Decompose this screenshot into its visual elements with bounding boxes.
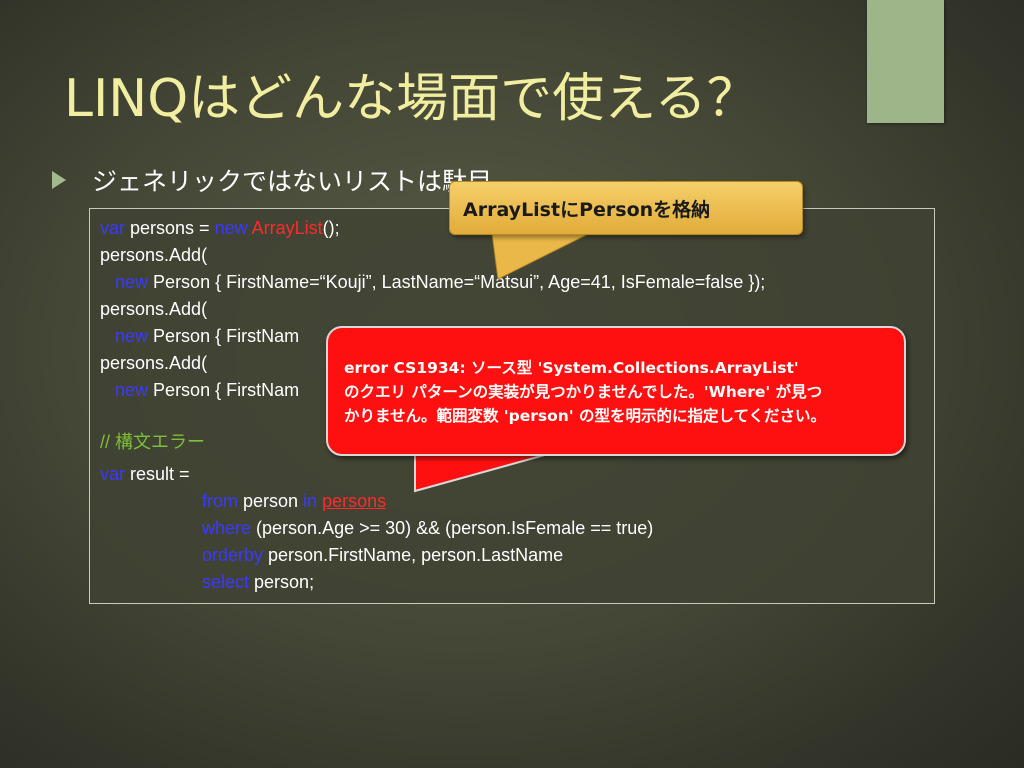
- keyword: new: [214, 218, 248, 238]
- bullet-text: ジェネリックではないリストは駄目: [92, 167, 493, 196]
- error-line-1: error CS1934: ソース型 'System.Collections.A…: [344, 359, 799, 377]
- keyword: new: [115, 272, 149, 292]
- code-text: Person { FirstName=“Kouji”, LastName=“Ma…: [148, 272, 766, 292]
- keyword: where: [202, 518, 252, 538]
- callout-arraylist-note: ArrayListにPersonを格納: [449, 181, 803, 235]
- code-line-6: persons.Add(: [100, 353, 208, 373]
- code-line-5: new Person { FirstNam: [100, 325, 299, 347]
- keyword: var: [100, 218, 126, 238]
- keyword: var: [100, 464, 126, 484]
- callout-error-message: error CS1934: ソース型 'System.Collections.A…: [326, 326, 906, 456]
- code-text: persons =: [125, 218, 215, 238]
- code-line-13: select person;: [202, 571, 314, 593]
- code-text: Person { FirstNam: [148, 380, 300, 400]
- code-line-2: persons.Add(: [100, 245, 208, 265]
- keyword: select: [202, 572, 250, 592]
- code-line-3: new Person { FirstName=“Kouji”, LastName…: [100, 271, 765, 293]
- code-text: ();: [322, 218, 340, 238]
- error-line-3: かりません。範囲変数 'person' の型を明示的に指定してください。: [344, 407, 827, 425]
- type-name: ArrayList: [251, 218, 323, 238]
- error-token: persons: [322, 491, 387, 511]
- triangle-bullet-icon: [52, 171, 66, 189]
- code-text: person: [238, 491, 304, 511]
- code-text: person;: [249, 572, 315, 592]
- keyword: orderby: [202, 545, 264, 565]
- keyword: new: [115, 380, 149, 400]
- code-text: person.FirstName, person.LastName: [263, 545, 564, 565]
- code-line-7: new Person { FirstNam: [100, 379, 299, 401]
- code-line-11: where (person.Age >= 30) && (person.IsFe…: [202, 517, 653, 539]
- code-text: Person { FirstNam: [148, 326, 300, 346]
- code-text: (person.Age >= 30) && (person.IsFemale =…: [251, 518, 654, 538]
- bullet-item: ジェネリックではないリストは駄目: [52, 162, 492, 198]
- keyword: new: [115, 326, 149, 346]
- error-line-2: のクエリ パターンの実装が見つかりませんでした。'Where' が見つ: [344, 383, 823, 401]
- slide-title: LINQはどんな場面で使える？: [64, 69, 759, 129]
- code-comment: // 構文エラー: [100, 432, 206, 452]
- accent-bar: [867, 0, 944, 123]
- code-line-10: from person in persons: [202, 490, 386, 512]
- code-line-9: var result =: [100, 463, 190, 485]
- code-line-12: orderby person.FirstName, person.LastNam…: [202, 544, 563, 566]
- keyword: in: [303, 491, 318, 511]
- code-line-1: var persons = new ArrayList();: [100, 217, 340, 239]
- keyword: from: [202, 491, 238, 511]
- code-text: result =: [125, 464, 190, 484]
- callout-text: ArrayListにPersonを格納: [463, 198, 711, 221]
- code-line-4: persons.Add(: [100, 299, 208, 319]
